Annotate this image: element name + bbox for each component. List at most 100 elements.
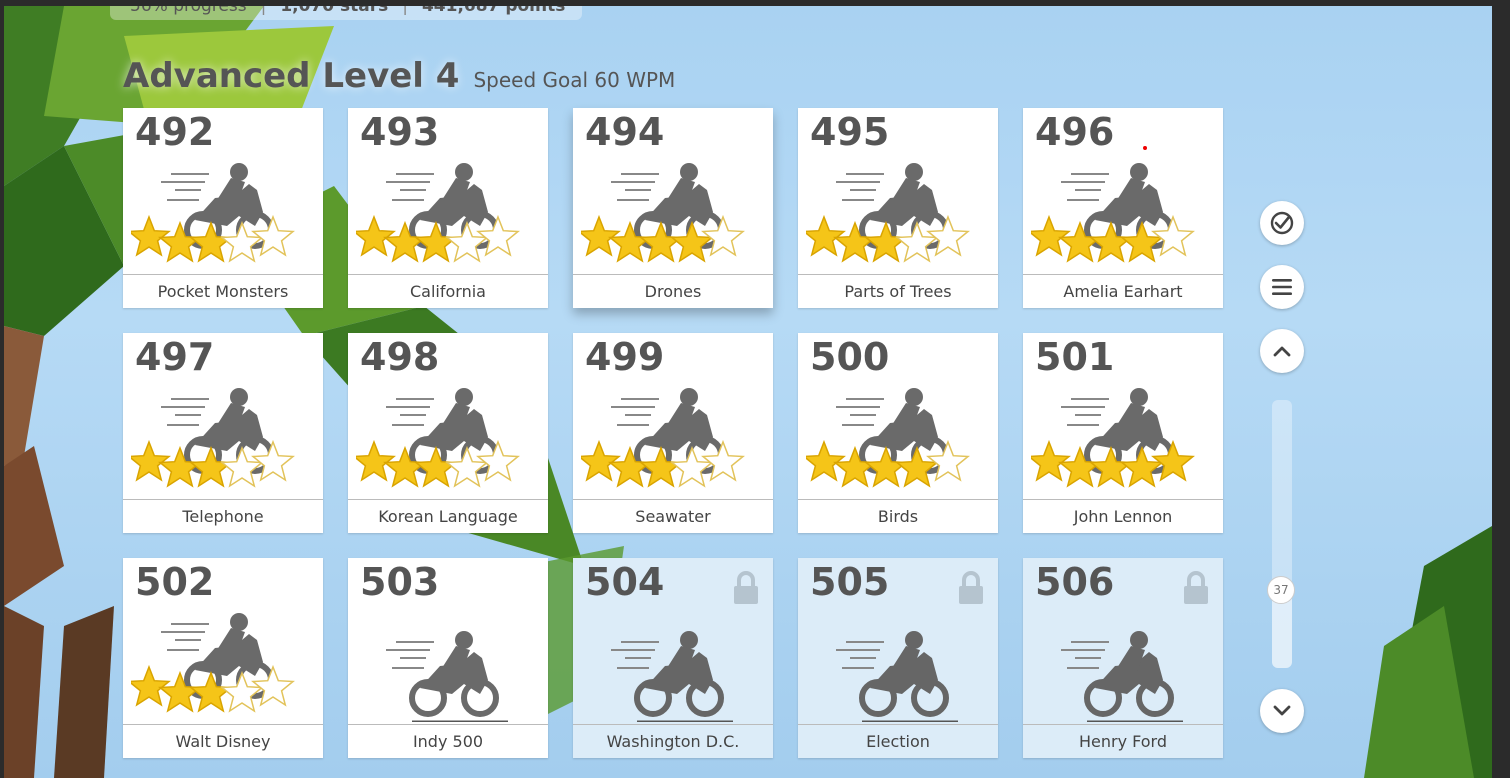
scroll-thumb[interactable]: 37 xyxy=(1267,576,1295,604)
stats-bar: 56% progress | 1,070 stars | 441,687 poi… xyxy=(110,6,582,20)
lesson-number: 502 xyxy=(135,560,215,604)
lesson-card[interactable]: 499 Seawater xyxy=(573,333,773,533)
star-filled xyxy=(356,214,396,257)
star-empty xyxy=(926,214,970,257)
lesson-card[interactable]: 502 Walt Disney xyxy=(123,558,323,758)
star-empty xyxy=(476,439,520,482)
lesson-name: Telephone xyxy=(123,499,323,533)
scroll-position-label: 37 xyxy=(1273,583,1289,597)
star-empty xyxy=(476,214,520,257)
cursor-dot xyxy=(1143,146,1147,150)
motorcycle-icon xyxy=(836,631,958,722)
lesson-card[interactable]: 492 Pocket Monsters xyxy=(123,108,323,308)
lesson-name: Parts of Trees xyxy=(798,274,998,308)
scroll-down-button[interactable] xyxy=(1260,689,1304,733)
lesson-name: Indy 500 xyxy=(348,724,548,758)
lesson-name: John Lennon xyxy=(1023,499,1223,533)
star-empty xyxy=(701,439,745,482)
lesson-number: 494 xyxy=(585,110,665,154)
level-header: Advanced Level 4 Speed Goal 60 WPM xyxy=(123,56,675,96)
motorcycle-icon xyxy=(806,388,970,488)
lesson-card[interactable]: 501 John Lennon xyxy=(1023,333,1223,533)
divider: | xyxy=(402,6,408,16)
lock-icon xyxy=(734,571,758,604)
motorcycle-icon xyxy=(1031,388,1195,488)
divider: | xyxy=(260,6,267,16)
lesson-name: California xyxy=(348,274,548,308)
star-empty xyxy=(1151,214,1195,257)
star-filled xyxy=(131,664,171,707)
star-filled xyxy=(356,439,396,482)
lock-icon xyxy=(959,571,983,604)
progress-text: 56% progress xyxy=(130,6,247,16)
lesson-number: 500 xyxy=(810,335,890,379)
lesson-card[interactable]: 500 Birds xyxy=(798,333,998,533)
lesson-number: 492 xyxy=(135,110,215,154)
lesson-name: Seawater xyxy=(573,499,773,533)
lesson-number: 498 xyxy=(360,335,440,379)
star-filled xyxy=(1031,439,1071,482)
star-empty xyxy=(251,664,295,707)
star-filled xyxy=(1031,214,1071,257)
motorcycle-icon xyxy=(611,631,733,722)
lock-icon xyxy=(1184,571,1208,604)
star-empty xyxy=(701,214,745,257)
level-title: Advanced Level 4 xyxy=(123,56,460,96)
chevron-down-icon xyxy=(1273,705,1291,716)
star-filled xyxy=(1151,439,1195,482)
check-icon xyxy=(1270,211,1294,235)
lesson-card[interactable]: 495 Parts of Trees xyxy=(798,108,998,308)
lesson-card: 504 Washington D.C. xyxy=(573,558,773,758)
lesson-name: Birds xyxy=(798,499,998,533)
completed-filter-button[interactable] xyxy=(1260,201,1304,245)
lesson-card[interactable]: 493 California xyxy=(348,108,548,308)
lesson-card: 506 Henry Ford xyxy=(1023,558,1223,758)
stars-text: 1,070 stars xyxy=(280,6,389,16)
motorcycle-icon xyxy=(356,163,520,263)
motorcycle-icon xyxy=(131,163,295,263)
lesson-number: 504 xyxy=(585,560,665,604)
lesson-number: 499 xyxy=(585,335,665,379)
star-filled xyxy=(806,439,846,482)
motorcycle-icon xyxy=(131,388,295,488)
lesson-number: 493 xyxy=(360,110,440,154)
lesson-number: 497 xyxy=(135,335,215,379)
motorcycle-icon xyxy=(386,631,508,722)
star-empty xyxy=(251,439,295,482)
lesson-name: Election xyxy=(798,724,998,758)
lesson-number: 503 xyxy=(360,560,440,604)
scroll-up-button[interactable] xyxy=(1260,329,1304,373)
lesson-name: Drones xyxy=(573,274,773,308)
star-filled xyxy=(131,214,171,257)
lesson-card: 505 Election xyxy=(798,558,998,758)
lesson-card[interactable]: 496 Amelia Earhart xyxy=(1023,108,1223,308)
menu-button[interactable] xyxy=(1260,265,1304,309)
app-frame: 56% progress | 1,070 stars | 441,687 poi… xyxy=(4,6,1492,778)
star-filled xyxy=(806,214,846,257)
lesson-name: Korean Language xyxy=(348,499,548,533)
star-filled xyxy=(581,439,621,482)
star-filled xyxy=(581,214,621,257)
lesson-number: 495 xyxy=(810,110,890,154)
lesson-card[interactable]: 494 Drones xyxy=(573,108,773,308)
lesson-card[interactable]: 497 Telephone xyxy=(123,333,323,533)
motorcycle-icon xyxy=(1031,163,1195,263)
lesson-name: Pocket Monsters xyxy=(123,274,323,308)
motorcycle-icon xyxy=(1061,631,1183,722)
lesson-number: 505 xyxy=(810,560,890,604)
menu-icon xyxy=(1272,279,1292,295)
lesson-number: 501 xyxy=(1035,335,1115,379)
lesson-name: Henry Ford xyxy=(1023,724,1223,758)
motorcycle-icon xyxy=(131,613,295,713)
lesson-card[interactable]: 498 Korean Language xyxy=(348,333,548,533)
motorcycle-icon xyxy=(581,163,745,263)
motorcycle-icon xyxy=(581,388,745,488)
lesson-name: Amelia Earhart xyxy=(1023,274,1223,308)
star-empty xyxy=(926,439,970,482)
lesson-number: 496 xyxy=(1035,110,1115,154)
lesson-card[interactable]: 503 Indy 500 xyxy=(348,558,548,758)
motorcycle-icon xyxy=(356,388,520,488)
level-scrollbar[interactable] xyxy=(1272,400,1292,668)
lesson-number: 506 xyxy=(1035,560,1115,604)
points-text: 441,687 points xyxy=(421,6,566,16)
